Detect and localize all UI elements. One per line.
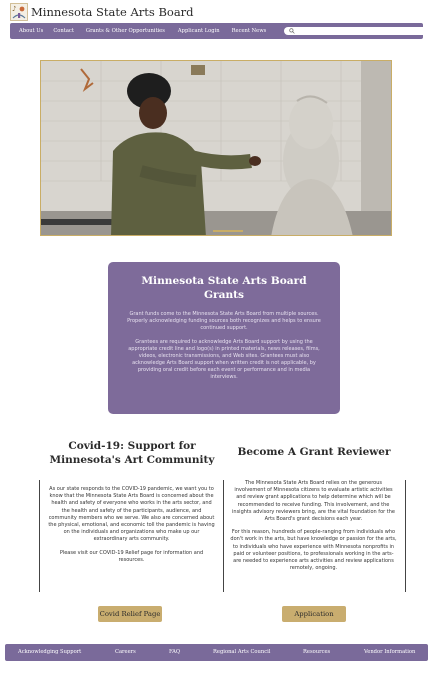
covid-title-line2: Minnesota's Art Community bbox=[49, 453, 215, 466]
site-header: ♪ Minnesota State Arts Board bbox=[10, 3, 194, 21]
reviewer-paragraph-1: The Minnesota State Arts Board relies on… bbox=[232, 480, 395, 523]
hero-image bbox=[40, 60, 392, 236]
covid-relief-page-button[interactable]: Covid Relief Page bbox=[98, 606, 162, 622]
nav-item-applicant-login[interactable]: Applicant Login bbox=[178, 28, 220, 34]
nav-item-recent-news[interactable]: Recent News bbox=[232, 28, 267, 34]
reviewer-text-box: The Minnesota State Arts Board relies on… bbox=[222, 480, 406, 592]
application-button[interactable]: Application bbox=[282, 606, 346, 622]
site-title[interactable]: Minnesota State Arts Board bbox=[31, 5, 194, 19]
footer-item-regional-arts-council[interactable]: Regional Arts Council bbox=[213, 649, 270, 655]
covid-paragraph-1: As our state responds to the COVID-19 pa… bbox=[48, 486, 215, 543]
grants-title: Minnesota State Arts Board Grants bbox=[124, 275, 324, 302]
footer-item-resources[interactable]: Resources bbox=[303, 649, 330, 655]
main-nav: About Us Contact Grants & Other Opportun… bbox=[10, 23, 428, 39]
grants-card: Minnesota State Arts Board Grants Grant … bbox=[108, 262, 340, 414]
search-box bbox=[284, 27, 428, 35]
grants-paragraph-1: Grant funds come to the Minnesota State … bbox=[127, 311, 321, 331]
footer-item-vendor-information[interactable]: Vendor Information bbox=[364, 649, 415, 655]
covid-text-box: As our state responds to the COVID-19 pa… bbox=[39, 480, 224, 592]
reviewer-paragraph-2: For this reason, hundreds of people-rang… bbox=[230, 529, 397, 572]
covid-paragraph-2: Please visit our COVID-19 Relief page fo… bbox=[59, 549, 204, 563]
search-input[interactable] bbox=[298, 27, 422, 35]
grants-paragraph-2: Grantees are required to acknowledge Art… bbox=[128, 339, 320, 380]
footer-item-careers[interactable]: Careers bbox=[115, 649, 136, 655]
hero-sculptor-photo bbox=[41, 61, 391, 235]
nav-item-contact[interactable]: Contact bbox=[53, 28, 74, 34]
grants-title-line1: Minnesota State Arts Board bbox=[141, 275, 307, 287]
nav-item-grants[interactable]: Grants & Other Opportunities bbox=[86, 28, 165, 34]
nav-item-about-us[interactable]: About Us bbox=[19, 28, 43, 34]
footer-nav: Acknowledging Support Careers FAQ Region… bbox=[5, 644, 428, 661]
covid-title-line1: Covid-19: Support for bbox=[68, 440, 196, 452]
reviewer-title: Become A Grant Reviewer bbox=[237, 446, 391, 458]
grants-title-line2: Grants bbox=[203, 288, 245, 301]
footer-item-acknowledging-support[interactable]: Acknowledging Support bbox=[18, 649, 81, 655]
carousel-indicator[interactable] bbox=[213, 230, 243, 232]
msab-logo-icon[interactable]: ♪ bbox=[10, 3, 28, 21]
covid-title: Covid-19: Support for Minnesota's Art Co… bbox=[40, 440, 224, 467]
svg-text:♪: ♪ bbox=[12, 5, 16, 13]
footer-item-faq[interactable]: FAQ bbox=[169, 649, 180, 655]
search-icon bbox=[289, 28, 295, 34]
